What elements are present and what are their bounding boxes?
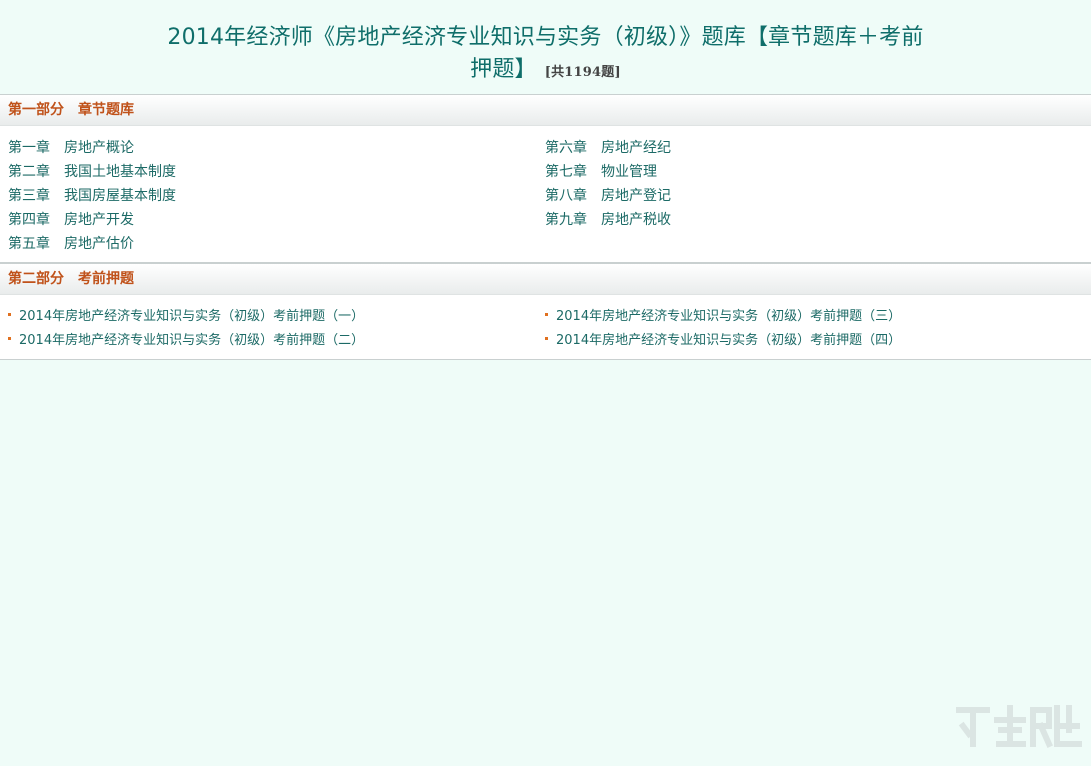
mock-exams-left-column: 2014年房地产经济专业知识与实务（初级）考前押题（一） 2014年房地产经济专… bbox=[0, 305, 545, 353]
mock-exam-link-1[interactable]: 2014年房地产经济专业知识与实务（初级）考前押题（一） bbox=[8, 305, 545, 329]
section-heading-mock-exams: 第二部分 考前押题 bbox=[0, 263, 1091, 295]
chapter-link-3[interactable]: 第三章 我国房屋基本制度 bbox=[8, 184, 545, 208]
chapters-left-column: 第一章 房地产概论 第二章 我国土地基本制度 第三章 我国房屋基本制度 第四章 房地产开… bbox=[0, 136, 545, 256]
mock-exams-list: 2014年房地产经济专业知识与实务（初级）考前押题（一） 2014年房地产经济专… bbox=[0, 295, 1091, 360]
section-heading-chapters: 第一部分 章节题库 bbox=[0, 94, 1091, 126]
mock-exam-title: 2014年房地产经济专业知识与实务（初级）考前押题（二） bbox=[19, 333, 365, 348]
page-title-line-2: 押题】 [共1194题] bbox=[0, 54, 1091, 89]
mock-exam-title: 2014年房地产经济专业知识与实务（初级）考前押题（四） bbox=[556, 333, 902, 348]
chapter-link-6[interactable]: 第六章 房地产经纪 bbox=[545, 136, 671, 160]
mock-exam-title: 2014年房地产经济专业知识与实务（初级）考前押题（一） bbox=[19, 309, 365, 324]
bullet-icon bbox=[545, 337, 548, 340]
chapter-number: 第四章 bbox=[8, 212, 50, 228]
page-title-line-1: 2014年经济师《房地产经济专业知识与实务（初级）》题库【章节题库＋考前 bbox=[167, 25, 924, 50]
page-header: 2014年经济师《房地产经济专业知识与实务（初级）》题库【章节题库＋考前 押题】… bbox=[0, 0, 1091, 94]
watermark-logo bbox=[953, 700, 1083, 760]
chapters-list: 第一章 房地产概论 第二章 我国土地基本制度 第三章 我国房屋基本制度 第四章 房地产开… bbox=[0, 126, 1091, 263]
chapter-link-1[interactable]: 第一章 房地产概论 bbox=[8, 136, 545, 160]
chapter-name: 房地产税收 bbox=[601, 212, 671, 228]
page-title-line-2-text: 押题】 bbox=[470, 57, 537, 82]
watermark-logo-icon bbox=[956, 705, 1082, 748]
chapter-number: 第六章 bbox=[545, 140, 587, 156]
chapter-name: 房地产概论 bbox=[64, 140, 134, 156]
chapter-name: 房地产估价 bbox=[64, 236, 134, 252]
chapter-name: 物业管理 bbox=[601, 164, 657, 180]
bullet-icon bbox=[8, 337, 11, 340]
question-count: [共1194题] bbox=[544, 65, 621, 80]
chapter-name: 房地产登记 bbox=[601, 188, 671, 204]
chapter-number: 第九章 bbox=[545, 212, 587, 228]
chapter-name: 我国房屋基本制度 bbox=[64, 188, 176, 204]
bullet-icon bbox=[545, 313, 548, 316]
chapter-number: 第八章 bbox=[545, 188, 587, 204]
chapter-name: 房地产开发 bbox=[64, 212, 134, 228]
mock-exams-right-column: 2014年房地产经济专业知识与实务（初级）考前押题（三） 2014年房地产经济专… bbox=[545, 305, 901, 353]
mock-exam-title: 2014年房地产经济专业知识与实务（初级）考前押题（三） bbox=[556, 309, 902, 324]
chapter-link-8[interactable]: 第八章 房地产登记 bbox=[545, 184, 671, 208]
bullet-icon bbox=[8, 313, 11, 316]
chapter-link-5[interactable]: 第五章 房地产估价 bbox=[8, 232, 545, 256]
chapter-link-7[interactable]: 第七章 物业管理 bbox=[545, 160, 671, 184]
chapter-name: 我国土地基本制度 bbox=[64, 164, 176, 180]
chapter-number: 第三章 bbox=[8, 188, 50, 204]
chapter-number: 第五章 bbox=[8, 236, 50, 252]
mock-exam-link-4[interactable]: 2014年房地产经济专业知识与实务（初级）考前押题（四） bbox=[545, 329, 901, 353]
mock-exam-link-2[interactable]: 2014年房地产经济专业知识与实务（初级）考前押题（二） bbox=[8, 329, 545, 353]
chapter-link-9[interactable]: 第九章 房地产税收 bbox=[545, 208, 671, 232]
chapter-number: 第一章 bbox=[8, 140, 50, 156]
chapter-link-4[interactable]: 第四章 房地产开发 bbox=[8, 208, 545, 232]
chapter-number: 第二章 bbox=[8, 164, 50, 180]
mock-exam-link-3[interactable]: 2014年房地产经济专业知识与实务（初级）考前押题（三） bbox=[545, 305, 901, 329]
chapter-name: 房地产经纪 bbox=[601, 140, 671, 156]
chapter-number: 第七章 bbox=[545, 164, 587, 180]
chapters-right-column: 第六章 房地产经纪 第七章 物业管理 第八章 房地产登记 第九章 房地产税收 bbox=[545, 136, 671, 256]
chapter-link-2[interactable]: 第二章 我国土地基本制度 bbox=[8, 160, 545, 184]
